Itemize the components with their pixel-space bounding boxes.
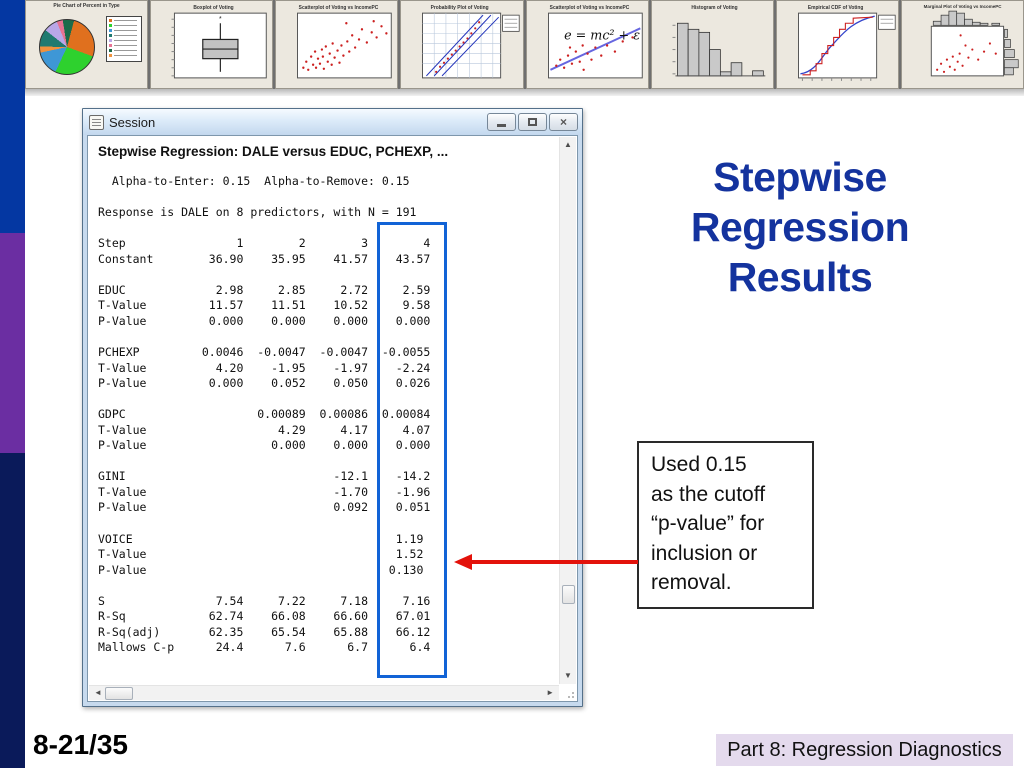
footer-section-label: Part 8: Regression Diagnostics <box>727 738 1002 761</box>
empirical-cdf-icon: Empirical CDF of Voting <box>797 5 896 81</box>
svg-text:Scatterplot of Voting vs Incom: Scatterplot of Voting vs IncomePC <box>549 5 629 11</box>
left-accent-bar-navy <box>0 453 25 768</box>
session-scroll-icon <box>89 114 104 130</box>
boxplot-icon: Boxplot of Voting * <box>171 5 267 79</box>
svg-text:Boxplot of Voting: Boxplot of Voting <box>193 5 233 11</box>
slide-thumbnails-strip: Pie Chart of Percent in Type Boxplot of … <box>25 0 1024 89</box>
pie-legend-icon <box>106 16 143 62</box>
histogram-icon: Histogram of Voting <box>672 5 765 77</box>
resize-grip-icon[interactable] <box>564 688 574 698</box>
session-output-text: Alpha-to-Enter: 0.15 Alpha-to-Remove: 0.… <box>98 174 431 655</box>
svg-text:Empirical CDF of Voting: Empirical CDF of Voting <box>808 5 864 11</box>
scatterplot-icon: Scatterplot of Voting vs IncomePC <box>297 5 393 79</box>
vertical-scroll-thumb[interactable] <box>562 585 575 604</box>
minimize-button[interactable] <box>487 113 516 131</box>
filmstrip-shadow <box>25 89 1024 96</box>
vertical-scrollbar[interactable]: ▲ ▼ <box>559 137 576 684</box>
maximize-icon <box>528 118 537 126</box>
slide-thumbnail-pie-chart[interactable]: Pie Chart of Percent in Type <box>25 0 149 89</box>
window-title: Session <box>109 114 156 130</box>
scroll-up-icon[interactable]: ▲ <box>564 141 572 149</box>
close-button[interactable]: × <box>549 113 578 131</box>
session-output-title: Stepwise Regression: DALE versus EDUC, P… <box>98 144 449 159</box>
left-accent-bar-blue <box>0 0 25 233</box>
svg-text:e = mc² + ε: e = mc² + ε <box>564 28 640 43</box>
session-window: Session × Stepwise Regression: DALE vers… <box>82 108 583 707</box>
red-arrow <box>454 554 638 570</box>
slide-thumbnail-marginal-plot[interactable]: Marginal Plot of Voting vs IncomePC <box>900 0 1024 89</box>
session-titlebar[interactable]: Session × <box>83 109 582 135</box>
slide-thumbnail-fitted-line-plot[interactable]: Scatterplot of Voting vs IncomePC e = mc… <box>525 0 649 89</box>
pie-chart-icon <box>39 19 95 75</box>
svg-text:Probability Plot of Voting: Probability Plot of Voting <box>431 5 489 11</box>
thumbnail-title: Pie Chart of Percent in Type <box>53 3 120 9</box>
page-number: 8-21/35 <box>33 729 128 760</box>
probability-plot-icon: Probability Plot of Voting <box>422 5 520 79</box>
minimize-icon <box>497 124 506 127</box>
slide-thumbnail-scatterplot[interactable]: Scatterplot of Voting vs IncomePC <box>275 0 399 89</box>
close-icon: × <box>559 115 567 129</box>
horizontal-scroll-thumb[interactable] <box>105 687 133 700</box>
scroll-left-icon[interactable]: ◄ <box>94 689 102 697</box>
slide-title: Stepwise Regression Results <box>690 154 910 300</box>
fitted-line-plot-icon: Scatterplot of Voting vs IncomePC e = mc… <box>547 5 643 79</box>
footer-section: Part 8: Regression Diagnostics <box>716 734 1013 766</box>
session-output-area[interactable]: Stepwise Regression: DALE versus EDUC, P… <box>87 135 578 702</box>
slide-thumbnail-histogram[interactable]: Histogram of Voting <box>650 0 774 89</box>
svg-text:Scatterplot of Voting vs Incom: Scatterplot of Voting vs IncomePC <box>299 5 379 11</box>
maximize-button[interactable] <box>518 113 547 131</box>
svg-text:Histogram of Voting: Histogram of Voting <box>691 5 737 11</box>
horizontal-scrollbar[interactable]: ◄ ► <box>89 685 559 700</box>
slide-thumbnail-empirical-cdf[interactable]: Empirical CDF of Voting <box>775 0 899 89</box>
slide-thumbnail-boxplot[interactable]: Boxplot of Voting * <box>150 0 274 89</box>
svg-text:*: * <box>219 16 222 23</box>
marginal-plot-icon: Marginal Plot of Voting vs IncomePC <box>924 4 1019 77</box>
slide-thumbnail-probability-plot[interactable]: Probability Plot of Voting <box>400 0 524 89</box>
svg-text:Marginal Plot of Voting vs Inc: Marginal Plot of Voting vs IncomePC <box>924 4 1003 9</box>
scroll-right-icon[interactable]: ► <box>546 689 554 697</box>
callout-box: Used 0.15 as the cutoff “p-value” for in… <box>637 441 814 609</box>
scroll-down-icon[interactable]: ▼ <box>564 672 572 680</box>
left-accent-bar-purple <box>0 233 25 453</box>
